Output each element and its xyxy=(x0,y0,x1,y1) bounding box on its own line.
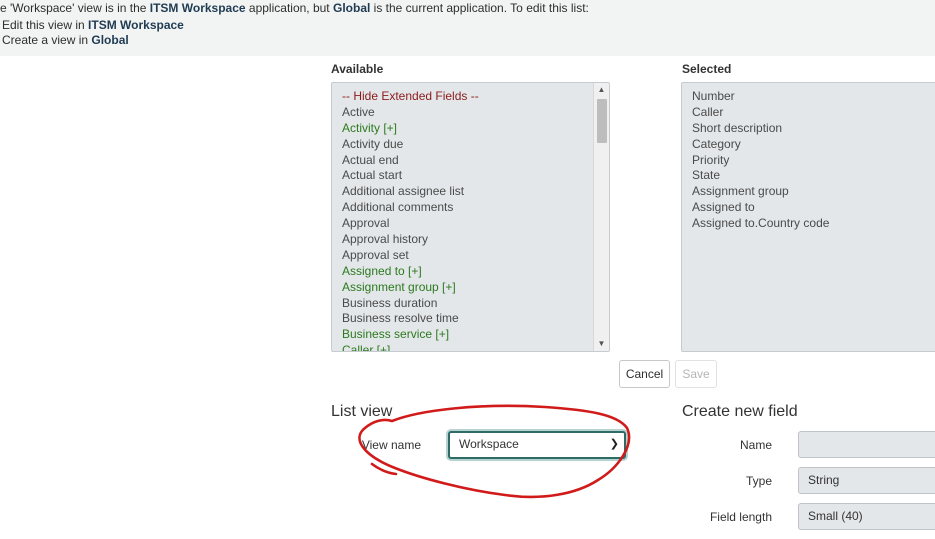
red-circle-annotation xyxy=(358,404,631,499)
